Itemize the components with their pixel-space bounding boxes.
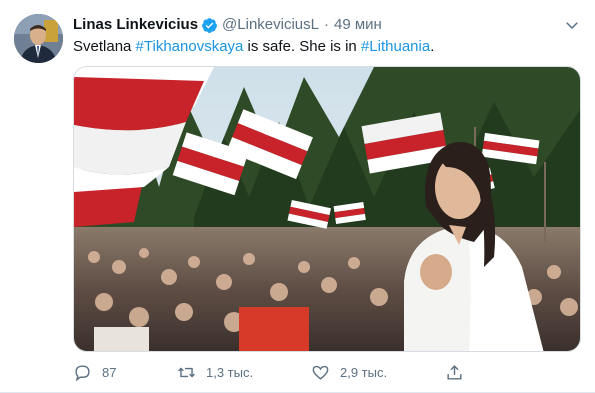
tweet[interactable]: Linas Linkevicius @LinkeviciusL · 49 мин… <box>0 0 595 393</box>
heart-icon <box>311 363 330 382</box>
retweet-count: 1,3 тыс. <box>206 364 254 380</box>
tweet-text: Svetlana #Tikhanovskaya is safe. She is … <box>73 37 434 57</box>
like-count: 2,9 тыс. <box>340 364 388 380</box>
tweet-actions: 87 1,3 тыс. 2,9 тыс. <box>73 360 473 384</box>
reply-button[interactable]: 87 <box>73 360 116 384</box>
retweet-icon <box>177 363 196 382</box>
tweet-text-part: is safe. She is in <box>243 38 361 55</box>
like-button[interactable]: 2,9 тыс. <box>311 360 387 384</box>
photo-image <box>74 67 580 351</box>
author-handle[interactable]: @LinkeviciusL <box>222 14 319 36</box>
timestamp-link[interactable]: 49 мин <box>334 14 382 36</box>
tweet-text-part: . <box>430 38 435 55</box>
hashtag-link[interactable]: #Tikhanovskaya <box>136 38 244 55</box>
tweet-photo[interactable] <box>73 66 581 352</box>
hashtag-link[interactable]: #Lithuania <box>361 38 430 55</box>
reply-icon <box>73 363 92 382</box>
author-display-name[interactable]: Linas Linkevicius <box>73 14 198 36</box>
separator-dot: · <box>323 16 329 33</box>
tweet-text-part: Svetlana <box>73 38 136 55</box>
avatar[interactable] <box>14 14 63 63</box>
share-icon <box>445 363 464 382</box>
reply-count: 87 <box>102 364 117 380</box>
chevron-down-icon[interactable] <box>563 16 581 34</box>
tweet-header: Linas Linkevicius @LinkeviciusL · 49 мин <box>73 14 382 36</box>
verified-badge-icon <box>201 17 218 34</box>
share-button[interactable] <box>445 360 464 384</box>
retweet-button[interactable]: 1,3 тыс. <box>177 360 253 384</box>
